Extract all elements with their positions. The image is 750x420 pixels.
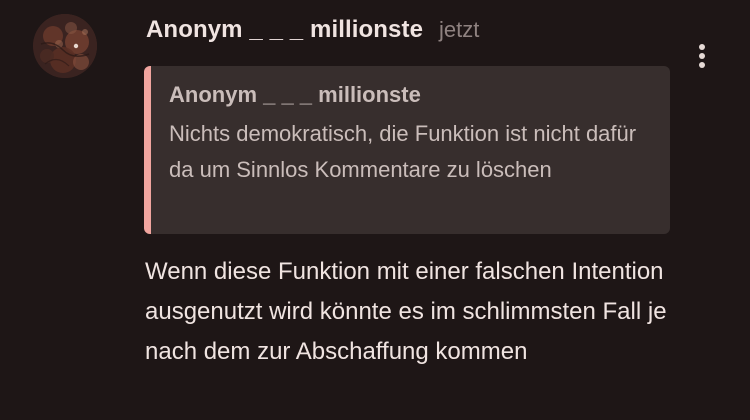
avatar[interactable] — [33, 14, 97, 78]
comment-body: Wenn diese Funktion mit einer falschen I… — [145, 258, 667, 365]
author-name[interactable]: Anonym _ _ _ millionste — [146, 16, 423, 44]
quote-accent-bar — [144, 66, 151, 234]
avatar-image — [33, 14, 97, 78]
more-options-button[interactable] — [688, 38, 716, 74]
timestamp: jetzt — [439, 17, 480, 42]
more-vertical-icon — [699, 44, 705, 68]
quote-author: Anonym _ _ _ millionste — [169, 82, 421, 107]
quote-text: Nichts demokratisch, die Funktion ist ni… — [169, 121, 637, 182]
comment-header: Anonym _ _ _ millionste jetzt — [146, 16, 479, 48]
comment: Anonym _ _ _ millionste jetzt Anonym _ _… — [0, 0, 750, 420]
quoted-comment[interactable]: Anonym _ _ _ millionste Nichts demokrati… — [144, 66, 670, 234]
